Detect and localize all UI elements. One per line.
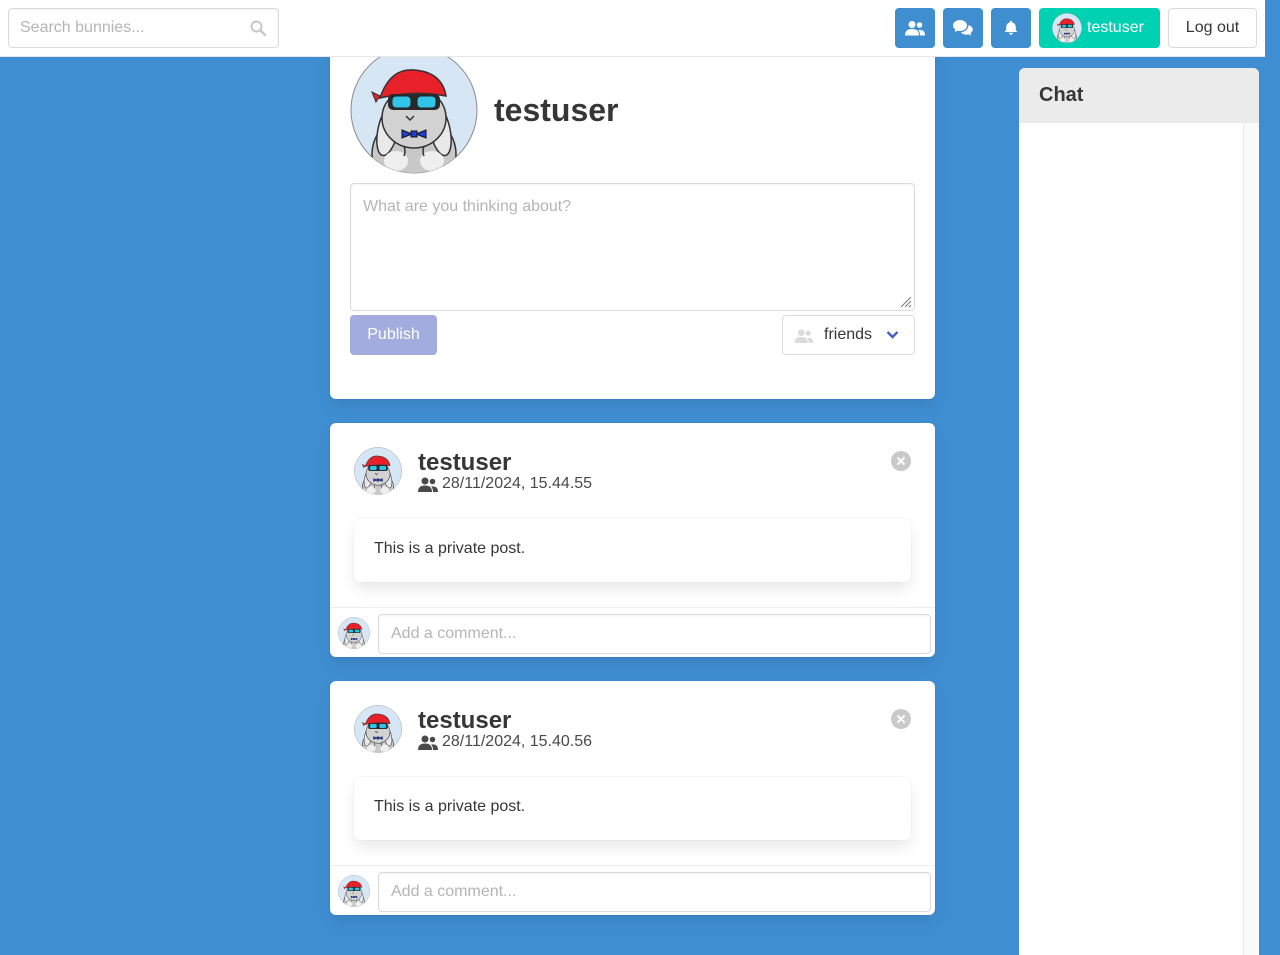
user-profile-button[interactable]: testuser bbox=[1039, 8, 1160, 48]
visibility-selected-label: friends bbox=[824, 326, 873, 343]
search-icon[interactable] bbox=[250, 20, 266, 36]
notifications-button[interactable] bbox=[991, 8, 1031, 48]
top-navbar: testuser Log out bbox=[0, 0, 1265, 57]
profile-avatar[interactable] bbox=[350, 46, 478, 174]
post-body: This is a private post. bbox=[354, 777, 911, 840]
chat-panel: Chat bbox=[1019, 68, 1259, 955]
comment-input[interactable] bbox=[378, 614, 931, 654]
avatar bbox=[338, 875, 370, 907]
comments-icon bbox=[953, 20, 973, 36]
comment-row bbox=[330, 865, 935, 915]
friends-button[interactable] bbox=[895, 8, 935, 48]
bell-icon bbox=[1004, 20, 1018, 35]
users-icon bbox=[794, 329, 814, 343]
post-meta: 28/11/2024, 15.40.56 bbox=[418, 733, 592, 751]
post-author-avatar[interactable] bbox=[354, 705, 402, 753]
delete-post-button[interactable] bbox=[891, 709, 911, 729]
users-icon bbox=[905, 19, 925, 37]
comment-row bbox=[330, 607, 935, 657]
post-card: testuser 28/11/2024, 15.44.55 This is a … bbox=[330, 423, 935, 657]
visibility-select[interactable]: friends bbox=[782, 315, 915, 355]
chevron-down-icon bbox=[886, 331, 899, 339]
post-author-avatar[interactable] bbox=[354, 447, 402, 495]
post-body: This is a private post. bbox=[354, 519, 911, 582]
chat-scrollbar[interactable] bbox=[1243, 123, 1259, 955]
post-author-name[interactable]: testuser bbox=[418, 707, 511, 735]
post-card: testuser 28/11/2024, 15.40.56 This is a … bbox=[330, 681, 935, 915]
users-icon bbox=[418, 735, 438, 750]
post-author-name[interactable]: testuser bbox=[418, 449, 511, 477]
comment-input[interactable] bbox=[378, 872, 931, 912]
users-icon bbox=[418, 477, 438, 492]
profile-composer-card: testuser Publish friends bbox=[330, 40, 935, 399]
search-box bbox=[8, 8, 279, 48]
publish-button[interactable]: Publish bbox=[350, 315, 437, 355]
chat-button[interactable] bbox=[943, 8, 983, 48]
post-composer-textarea[interactable] bbox=[350, 183, 915, 311]
post-meta: 28/11/2024, 15.44.55 bbox=[418, 475, 592, 493]
avatar bbox=[338, 617, 370, 649]
post-timestamp: 28/11/2024, 15.40.56 bbox=[442, 733, 593, 750]
delete-post-button[interactable] bbox=[891, 451, 911, 471]
user-profile-label: testuser bbox=[1087, 19, 1144, 36]
chat-title: Chat bbox=[1019, 68, 1259, 123]
logout-button[interactable]: Log out bbox=[1168, 8, 1257, 48]
resize-grip-icon[interactable] bbox=[900, 296, 912, 308]
post-timestamp: 28/11/2024, 15.44.55 bbox=[442, 475, 593, 492]
profile-username: testuser bbox=[494, 92, 619, 128]
search-input[interactable] bbox=[9, 9, 239, 47]
avatar bbox=[1052, 13, 1082, 43]
